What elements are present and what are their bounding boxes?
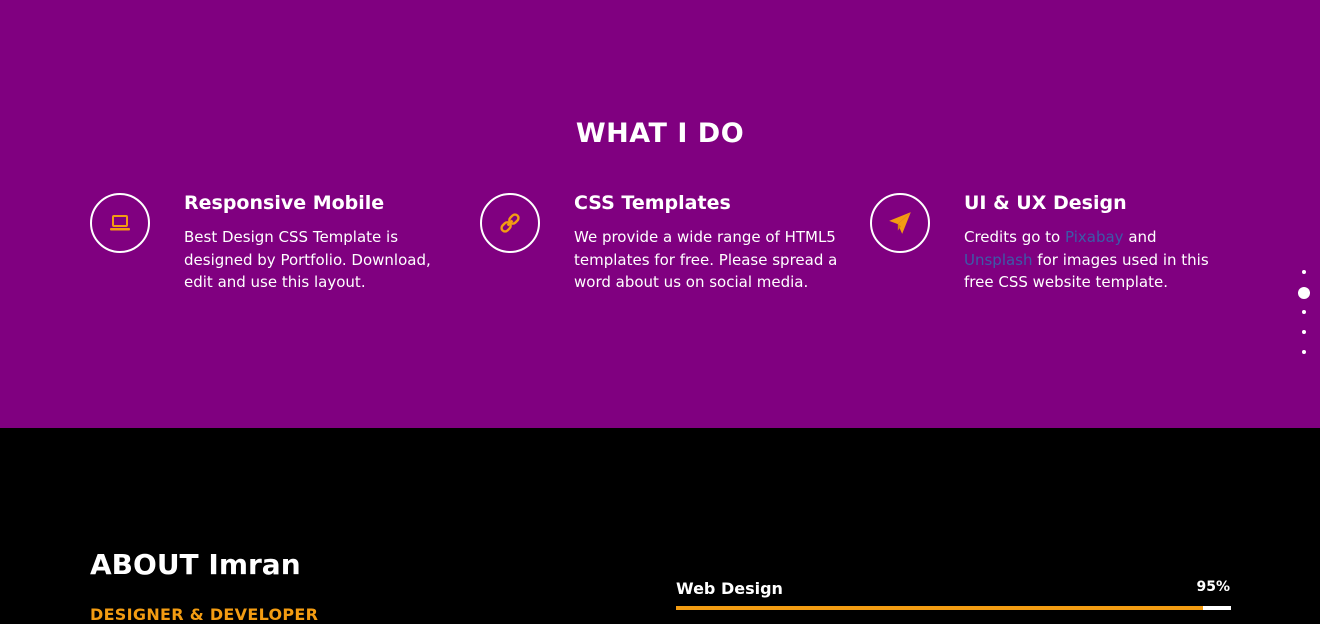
service-icon-circle <box>870 193 930 253</box>
laptop-icon <box>110 215 130 231</box>
nav-dot-1[interactable] <box>1302 270 1306 274</box>
paper-plane-icon <box>889 212 911 234</box>
service-description: Best Design CSS Template is designed by … <box>184 228 431 291</box>
nav-dot-3[interactable] <box>1302 310 1306 314</box>
unsplash-link[interactable]: Unsplash <box>964 251 1033 269</box>
about-section: ABOUT Imran DESIGNER & DEVELOPER Web Des… <box>0 428 1320 624</box>
nav-dot-5[interactable] <box>1302 350 1306 354</box>
pixabay-link[interactable]: Pixabay <box>1065 228 1124 246</box>
section-nav-dots <box>1298 268 1312 368</box>
skill-progress-bar <box>676 606 1231 610</box>
service-title: Responsive Mobile <box>184 192 385 214</box>
service-title: CSS Templates <box>574 192 731 214</box>
nav-dot-4[interactable] <box>1302 330 1306 334</box>
skill-progress-fill <box>676 606 1204 610</box>
link-icon <box>500 213 520 233</box>
service-description: We provide a wide range of HTML5 templat… <box>574 228 838 291</box>
skill-percent: 95% <box>1196 579 1230 595</box>
services-section: WHAT I DO Responsive Mobile Best Design … <box>0 0 1320 428</box>
service-description: Credits go to Pixabay and Unsplash for i… <box>964 226 1229 294</box>
about-title: ABOUT Imran <box>90 548 301 581</box>
service-icon-circle <box>90 193 150 253</box>
skill-label: Web Design <box>676 579 783 598</box>
service-icon-circle <box>480 193 540 253</box>
section-title: WHAT I DO <box>575 118 745 149</box>
nav-dot-2-active[interactable] <box>1298 287 1310 299</box>
service-title: UI & UX Design <box>964 192 1127 214</box>
credits-prefix: Credits go to <box>964 228 1061 246</box>
credits-and: and <box>1128 228 1157 246</box>
